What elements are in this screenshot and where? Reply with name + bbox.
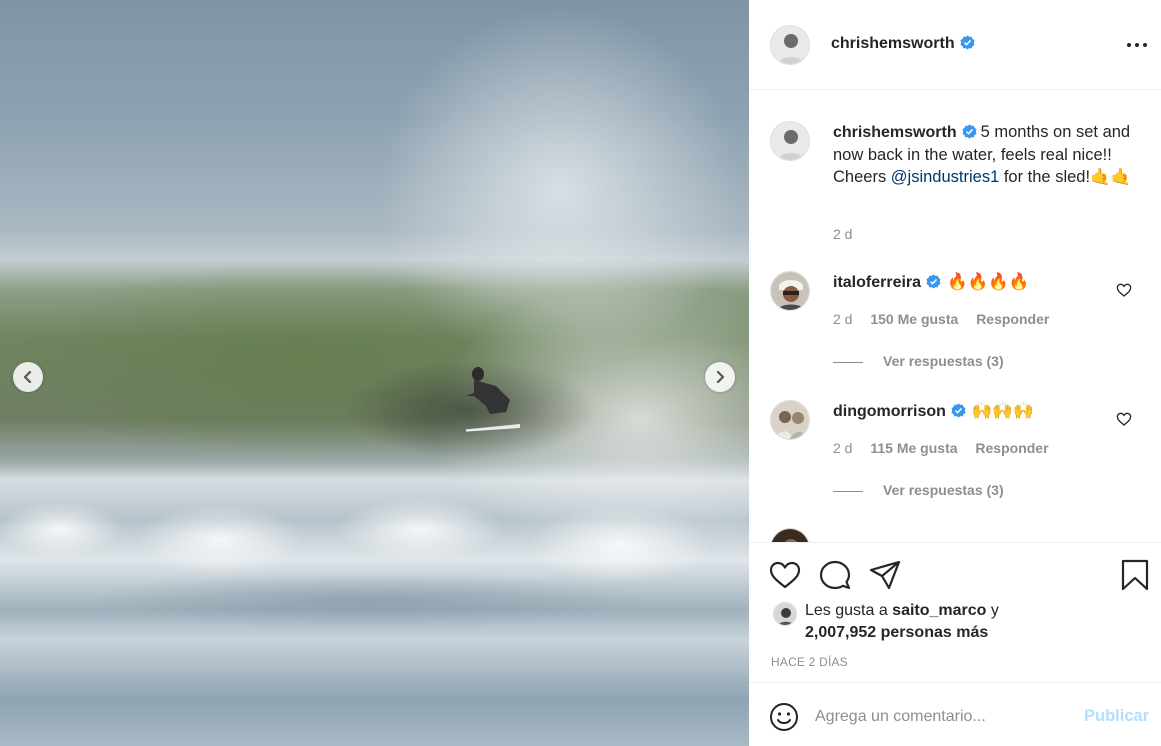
heart-icon[interactable] bbox=[769, 559, 801, 591]
post-details-panel: chrishemsworth chrishemsworth 5 months on… bbox=[749, 0, 1161, 746]
emoji-icon[interactable] bbox=[769, 702, 799, 732]
comment-icon[interactable] bbox=[819, 559, 851, 591]
comment-age: 2 d bbox=[833, 440, 853, 456]
view-replies-button[interactable]: Ver respuestas (3) bbox=[833, 482, 1004, 498]
reply-button[interactable]: Responder bbox=[976, 311, 1049, 327]
comment-likes-count[interactable]: 115 Me gusta bbox=[870, 440, 957, 456]
post-photo[interactable] bbox=[0, 0, 749, 746]
comment-meta: 2 d 150 Me gusta Responder bbox=[833, 311, 1063, 327]
wave-foam bbox=[0, 470, 749, 630]
caption-text: chrishemsworth 5 months on set and now ba… bbox=[833, 121, 1133, 188]
caption-avatar[interactable] bbox=[770, 121, 810, 161]
liker-username[interactable]: saito_marco bbox=[892, 602, 986, 619]
verified-badge-icon bbox=[951, 403, 966, 418]
previous-photo-button[interactable] bbox=[13, 362, 43, 392]
comment-meta: 2 d 115 Me gusta Responder bbox=[833, 440, 1063, 456]
comment-username[interactable]: italoferreira bbox=[833, 274, 921, 291]
author-username[interactable]: chrishemsworth bbox=[831, 35, 975, 53]
comment-likes-count[interactable]: 150 Me gusta bbox=[870, 311, 958, 327]
comment-input[interactable] bbox=[815, 703, 1065, 731]
verified-badge-icon bbox=[962, 124, 977, 139]
caption-age: 2 d bbox=[833, 226, 853, 242]
commenter-avatar[interactable] bbox=[770, 528, 810, 542]
comments-list[interactable]: chrishemsworth 5 months on set and now ba… bbox=[749, 91, 1161, 542]
likes-prefix: Les gusta a bbox=[805, 602, 893, 619]
comment-text: dingomorrison 🙌🙌🙌 bbox=[833, 402, 1034, 421]
comment-text: italoferreira 🔥🔥🔥🔥 bbox=[833, 273, 1029, 292]
verified-badge-icon bbox=[960, 35, 975, 50]
liker-avatar[interactable] bbox=[773, 602, 797, 626]
more-options-icon[interactable] bbox=[1125, 38, 1149, 52]
post-actions: Les gusta a saito_marco y 2,007,952 pers… bbox=[749, 542, 1161, 682]
commenter-avatar[interactable] bbox=[770, 400, 810, 440]
add-comment-bar: Publicar bbox=[749, 682, 1161, 746]
comment-username[interactable]: dingomorrison bbox=[833, 403, 946, 420]
comment-body: 🔥🔥🔥🔥 bbox=[947, 273, 1030, 291]
author-username-text[interactable]: chrishemsworth bbox=[831, 35, 955, 52]
next-photo-button[interactable] bbox=[705, 362, 735, 392]
chevron-right-icon bbox=[716, 371, 725, 383]
commenter-avatar[interactable] bbox=[770, 271, 810, 311]
reply-button[interactable]: Responder bbox=[975, 440, 1048, 456]
publish-button[interactable]: Publicar bbox=[1084, 707, 1149, 726]
post-timestamp[interactable]: HACE 2 DÍAS bbox=[771, 655, 848, 669]
comment-like-heart-icon[interactable] bbox=[1116, 411, 1132, 427]
likes-line: Les gusta a saito_marco y bbox=[805, 600, 999, 622]
view-replies-button[interactable]: Ver respuestas (3) bbox=[833, 353, 1004, 369]
chevron-left-icon bbox=[23, 371, 32, 383]
post-header: chrishemsworth bbox=[749, 0, 1161, 90]
caption-tail: for the sled!🤙🤙 bbox=[999, 168, 1132, 186]
author-avatar[interactable] bbox=[770, 25, 810, 65]
surfer-figure bbox=[466, 367, 520, 432]
comment-like-heart-icon[interactable] bbox=[1116, 282, 1132, 298]
comment-age: 2 d bbox=[833, 311, 853, 327]
caption-username[interactable]: chrishemsworth bbox=[833, 124, 957, 141]
share-icon[interactable] bbox=[869, 559, 901, 591]
bookmark-icon[interactable] bbox=[1119, 559, 1151, 591]
verified-badge-icon bbox=[926, 274, 941, 289]
comment-body: 🙌🙌🙌 bbox=[971, 402, 1034, 420]
likes-count-link[interactable]: 2,007,952 personas más bbox=[805, 622, 988, 644]
likes-connector: y bbox=[986, 602, 999, 619]
caption-mention-link[interactable]: @jsindustries1 bbox=[891, 168, 999, 186]
